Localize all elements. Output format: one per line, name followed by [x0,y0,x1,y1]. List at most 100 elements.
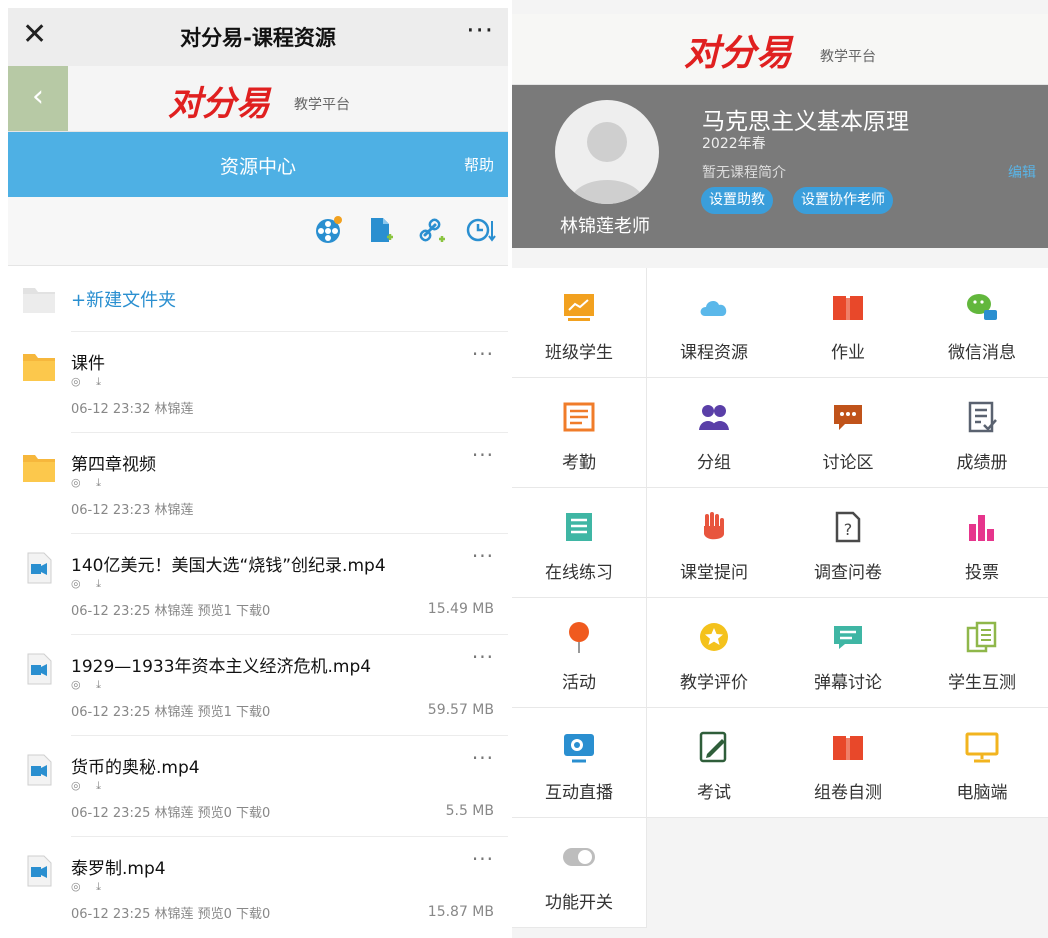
feature-label: 互动直播 [545,783,613,803]
feature-label: 教学评价 [680,673,748,693]
folder-icon [23,354,55,381]
item-name: 第四章视频 [71,455,156,475]
feature-pin-button[interactable]: 活动 [512,598,647,708]
item-action-icons: ◎ ⤓ [71,779,107,792]
list-item[interactable]: 泰罗制.mp4 ◎ ⤓ 06-12 23:25 林锦莲 预览0 下载0 ··· … [8,836,508,937]
feature-label: 功能开关 [545,893,613,913]
add-link-icon[interactable] [417,215,447,245]
video-file-icon [27,653,52,685]
svg-text:?: ? [844,520,853,539]
feature-label: 在线练习 [545,563,613,583]
brand-bar: 对分易 教学平台 [512,14,1048,85]
list-item-body: 泰罗制.mp4 ◎ ⤓ 06-12 23:25 林锦莲 预览0 下载0 ··· … [71,836,508,938]
feature-vote-chart-button[interactable]: 投票 [915,488,1048,598]
feature-toggle-button[interactable]: 功能开关 [512,818,647,928]
item-more-icon[interactable]: ··· [472,544,494,568]
feature-attendance-button[interactable]: 考勤 [512,378,647,488]
item-action-icons: ◎ ⤓ [71,678,107,691]
feature-gradebook-button[interactable]: 成绩册 [915,378,1048,488]
wechat-message-icon [967,294,997,320]
feature-live-stream-button[interactable]: 互动直播 [512,708,647,818]
feature-label: 考试 [697,783,731,803]
new-folder-label: +新建文件夹 [71,290,177,311]
course-title: 马克思主义基本原理 [702,109,909,135]
feature-exam-button[interactable]: 考试 [647,708,782,818]
video-reel-icon[interactable] [313,215,343,245]
course-profile: 林锦莲老师 马克思主义基本原理 2022年春 暂无课程简介 编辑 设置助教 设置… [512,85,1048,248]
list-item[interactable]: 货币的奥秘.mp4 ◎ ⤓ 06-12 23:25 林锦莲 预览0 下载0 ··… [8,735,508,836]
item-more-icon[interactable]: ··· [472,443,494,467]
list-item-body: 第四章视频 ◎ ⤓ 06-12 23:23 林锦莲 ··· [71,432,508,534]
feature-label: 讨论区 [822,453,874,473]
item-more-icon[interactable]: ··· [472,342,494,366]
add-file-icon[interactable] [365,215,395,245]
gradebook-icon [968,401,997,433]
list-item-body: 课件 ◎ ⤓ 06-12 23:32 林锦莲 ··· [71,331,508,433]
item-more-icon[interactable]: ··· [472,847,494,871]
list-item-body: 1929—1933年资本主义经济危机.mp4 ◎ ⤓ 06-12 23:25 林… [71,634,508,736]
feature-book-button[interactable]: 作业 [781,268,916,378]
folder-icon [23,455,55,482]
item-meta: 06-12 23:25 林锦莲 预览1 下载0 [71,604,271,619]
feature-wechat-message-button[interactable]: 微信消息 [915,268,1048,378]
group-icon [699,405,729,430]
raise-hand-icon [704,512,724,540]
feature-peer-test-button[interactable]: 学生互测 [915,598,1048,708]
more-menu-icon[interactable]: ··· [466,16,494,46]
feature-label: 微信消息 [948,343,1016,363]
feature-star-badge-button[interactable]: 教学评价 [647,598,782,708]
feature-class-students-button[interactable]: 班级学生 [512,268,647,378]
feature-chat-bubble-button[interactable]: 讨论区 [781,378,916,488]
item-meta: 06-12 23:25 林锦莲 预览0 下载0 [71,806,271,821]
edit-link[interactable]: 编辑 [1008,162,1036,182]
brand-logo: 对分易 [684,32,793,74]
item-meta: 06-12 23:25 林锦莲 预览1 下载0 [71,705,271,720]
window-title-bar: ✕ 对分易-课程资源 ··· [8,8,508,66]
feature-cloud-button[interactable]: 课程资源 [647,268,782,378]
set-assistant-button[interactable]: 设置助教 [701,187,773,214]
page-title: 资源中心 [219,156,296,178]
brand-logo: 对分易 [168,84,270,124]
item-meta: 06-12 23:25 林锦莲 预览0 下载0 [71,907,271,922]
feature-label: 活动 [562,673,596,693]
video-file-icon [27,552,52,584]
course-intro: 暂无课程简介 [702,165,786,181]
back-button[interactable]: ‹ [8,66,68,131]
list-item[interactable]: 课件 ◎ ⤓ 06-12 23:32 林锦莲 ··· [8,331,508,432]
exam-icon [699,731,727,763]
peer-test-icon [966,621,997,653]
feature-desktop-button[interactable]: 电脑端 [915,708,1048,818]
cloud-icon [700,301,727,316]
feature-label: 投票 [965,563,999,583]
history-sort-icon[interactable] [466,215,496,245]
default-avatar-icon [569,122,645,204]
list-item[interactable]: 140亿美元！美国大选“烧钱”创纪录.mp4 ◎ ⤓ 06-12 23:25 林… [8,533,508,634]
item-action-icons: ◎ ⤓ [71,577,107,590]
item-size: 15.49 MB [427,601,494,617]
feature-self-test-book-button[interactable]: 组卷自测 [781,708,916,818]
feature-group-button[interactable]: 分组 [647,378,782,488]
danmaku-icon [834,626,862,649]
feature-danmaku-button[interactable]: 弹幕讨论 [781,598,916,708]
desktop-icon [965,732,999,763]
list-item-body: 140亿美元！美国大选“烧钱”创纪录.mp4 ◎ ⤓ 06-12 23:25 林… [71,533,508,635]
feature-label: 分组 [697,453,731,473]
item-action-icons: ◎ ⤓ [71,375,107,388]
new-folder-button[interactable]: +新建文件夹 [8,268,508,330]
help-link[interactable]: 帮助 [464,154,494,175]
feature-raise-hand-button[interactable]: 课堂提问 [647,488,782,598]
list-item[interactable]: 第四章视频 ◎ ⤓ 06-12 23:23 林锦莲 ··· [8,432,508,533]
feature-label: 组卷自测 [814,783,882,803]
feature-label: 考勤 [562,453,596,473]
brand-subtitle: 教学平台 [820,49,876,65]
item-more-icon[interactable]: ··· [472,746,494,770]
item-name: 泰罗制.mp4 [71,859,166,879]
feature-questionnaire-button[interactable]: ? 调查问卷 [781,488,916,598]
set-co-teacher-button[interactable]: 设置协作老师 [793,187,893,214]
avatar[interactable] [555,100,659,204]
teacher-name: 林锦莲老师 [560,216,650,237]
feature-practice-list-button[interactable]: 在线练习 [512,488,647,598]
list-item[interactable]: 1929—1933年资本主义经济危机.mp4 ◎ ⤓ 06-12 23:25 林… [8,634,508,735]
toggle-icon [563,848,595,866]
item-more-icon[interactable]: ··· [472,645,494,669]
